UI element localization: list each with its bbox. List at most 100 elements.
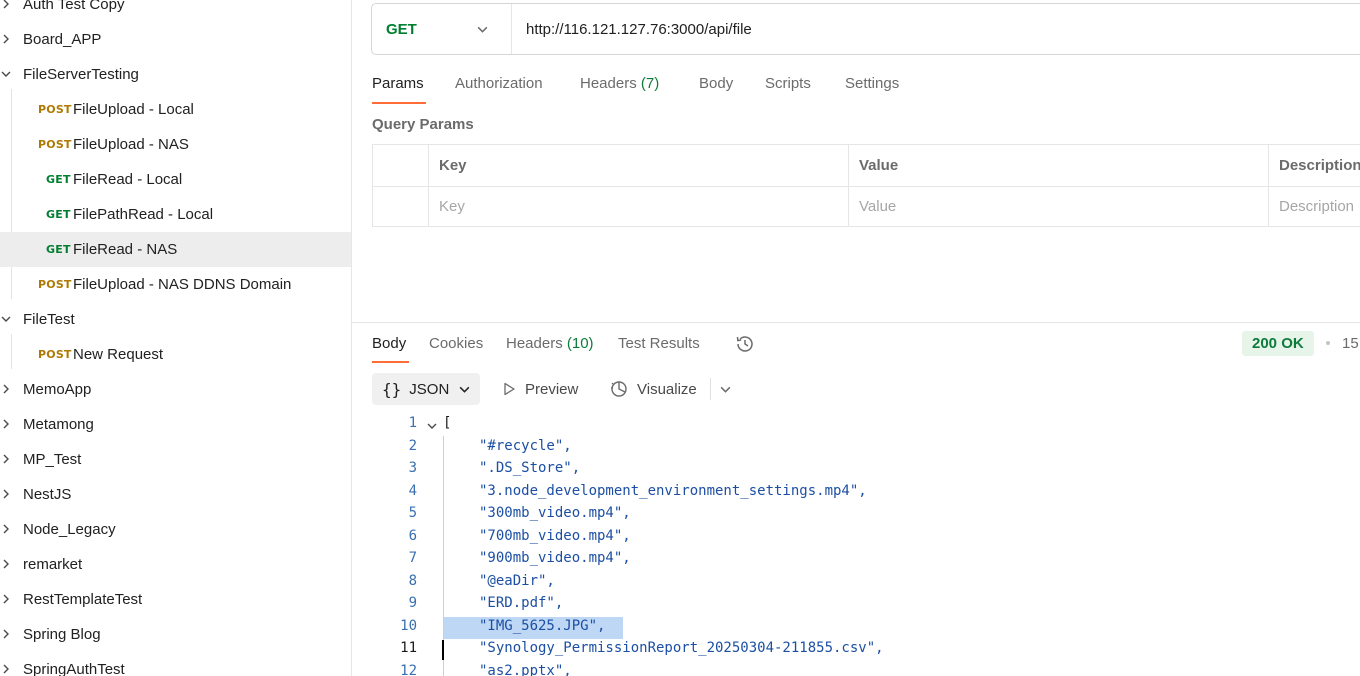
tab-body[interactable]: Body	[699, 75, 733, 92]
method-badge: GET	[46, 208, 71, 221]
sidebar-folder-label: remarket	[23, 556, 83, 573]
sidebar-request-label: FilePathRead - Local	[73, 206, 214, 223]
sidebar-folder[interactable]: FileServerTesting	[0, 57, 351, 92]
separator-dot	[1326, 341, 1330, 345]
url-bar: GET http://116.121.127.76:3000/api/file	[371, 3, 1360, 55]
chevron-right-icon[interactable]	[0, 418, 12, 430]
line-number: 10	[400, 617, 417, 634]
sidebar-request[interactable]: POST New Request	[0, 337, 351, 372]
sidebar-folder[interactable]: Metamong	[0, 407, 351, 442]
play-icon	[504, 382, 515, 396]
response-tab-headers[interactable]: Headers (10)	[506, 335, 594, 352]
status-badge: 200 OK	[1242, 331, 1314, 356]
code-line: "ERD.pdf",	[479, 595, 564, 611]
line-number: 6	[408, 527, 417, 544]
sidebar-request-label: FileRead - Local	[73, 171, 183, 188]
sidebar-folder-label: RestTemplateTest	[23, 591, 143, 608]
description-input[interactable]: Description	[1269, 186, 1360, 227]
chevron-right-icon[interactable]	[0, 488, 12, 500]
sidebar-folder-label: FileServerTesting	[23, 66, 139, 83]
column-header-key: Key	[439, 157, 467, 174]
sidebar-folder-label: Spring Blog	[23, 626, 101, 643]
response-tab-cookies[interactable]: Cookies	[429, 335, 483, 352]
tab-headers-label: Headers	[580, 75, 637, 92]
line-number: 7	[408, 550, 417, 566]
chevron-down-icon[interactable]	[0, 68, 12, 80]
tab-scripts[interactable]: Scripts	[765, 75, 811, 92]
code-line: "900mb_video.mp4",	[479, 550, 631, 566]
preview-button[interactable]: Preview	[501, 378, 578, 400]
line-number: 1	[408, 415, 417, 431]
chevron-right-icon[interactable]	[0, 628, 12, 640]
key-input[interactable]: Key	[429, 186, 847, 227]
method-badge: POST	[38, 103, 72, 116]
sidebar-folder-label: Board_APP	[23, 31, 102, 48]
url-input[interactable]: http://116.121.127.76:3000/api/file	[512, 21, 752, 38]
sidebar-folder[interactable]: Spring Blog	[0, 617, 351, 652]
sidebar-request[interactable]: GET FileRead - NAS	[0, 232, 351, 267]
visualize-button[interactable]: Visualize	[609, 378, 697, 400]
chevron-right-icon[interactable]	[0, 663, 12, 675]
line-number: 12	[400, 662, 417, 676]
code-line: "700mb_video.mp4",	[479, 527, 631, 544]
divider	[710, 378, 711, 400]
sidebar-folder[interactable]: remarket	[0, 547, 351, 582]
sidebar-folder-label: SpringAuthTest	[23, 661, 125, 676]
line-number: 4	[408, 482, 417, 499]
format-label: JSON	[409, 380, 450, 398]
code-line: "#recycle",	[479, 437, 572, 454]
method-badge: POST	[38, 348, 72, 361]
response-tab-test-results[interactable]: Test Results	[618, 335, 700, 352]
sidebar-folder[interactable]: SpringAuthTest	[0, 652, 351, 676]
sidebar-request[interactable]: GET FilePathRead - Local	[0, 197, 351, 232]
tab-params[interactable]: Params	[372, 75, 424, 92]
line-number: 3	[408, 460, 417, 476]
method-select[interactable]: GET	[372, 4, 512, 54]
sidebar-request-label: FileUpload - NAS DDNS Domain	[73, 276, 292, 293]
sidebar-folder[interactable]: Auth Test Copy	[0, 0, 351, 22]
sidebar-folder-label: NestJS	[23, 486, 72, 503]
response-time: 15	[1342, 335, 1359, 352]
format-select[interactable]: {} JSON	[372, 373, 480, 405]
sidebar-folder[interactable]: FileTest	[0, 302, 351, 337]
chevron-right-icon[interactable]	[0, 0, 12, 10]
chevron-right-icon[interactable]	[0, 453, 12, 465]
tab-authorization[interactable]: Authorization	[455, 75, 543, 92]
value-input[interactable]: Value	[849, 186, 1267, 227]
history-icon[interactable]	[734, 333, 756, 355]
sidebar-folder[interactable]: RestTemplateTest	[0, 582, 351, 617]
sidebar-request-label: FileUpload - NAS	[73, 136, 189, 153]
chevron-right-icon[interactable]	[0, 558, 12, 570]
code-line: "@eaDir",	[479, 572, 555, 589]
chevron-right-icon[interactable]	[0, 593, 12, 605]
sidebar-request-label: FileUpload - Local	[73, 101, 194, 118]
chevron-right-icon[interactable]	[0, 33, 12, 45]
sidebar-folder[interactable]: Board_APP	[0, 22, 351, 57]
chevron-right-icon[interactable]	[0, 383, 12, 395]
sidebar-request[interactable]: POST FileUpload - Local	[0, 92, 351, 127]
sidebar-folder[interactable]: NestJS	[0, 477, 351, 512]
sidebar-request[interactable]: POST FileUpload - NAS	[0, 127, 351, 162]
sidebar-folder-label: MP_Test	[23, 451, 82, 468]
line-number: 9	[408, 595, 417, 611]
sidebar-folder-label: Metamong	[23, 416, 94, 433]
braces-icon: {}	[382, 379, 402, 399]
code-line: "as2.pptx",	[479, 662, 572, 676]
line-number: 2	[408, 437, 417, 454]
chevron-down-icon[interactable]	[0, 313, 12, 325]
tab-headers[interactable]: Headers (7)	[580, 75, 659, 92]
sidebar-request[interactable]: POST FileUpload - NAS DDNS Domain	[0, 267, 351, 302]
chevron-down-icon[interactable]	[719, 383, 732, 396]
fold-chevron-icon[interactable]	[426, 420, 438, 432]
sidebar-request[interactable]: GET FileRead - Local	[0, 162, 351, 197]
response-body-editor[interactable]: 1 [2 "#recycle", 3 ".DS_Store", 4 "3.node_deve…	[372, 414, 1360, 676]
tab-settings[interactable]: Settings	[845, 75, 899, 92]
sidebar-folder-label: FileTest	[23, 311, 75, 328]
sidebar-folder[interactable]: Node_Legacy	[0, 512, 351, 547]
active-tab-indicator	[372, 361, 409, 363]
response-tab-body[interactable]: Body	[372, 335, 406, 352]
pane-splitter[interactable]	[352, 322, 1360, 323]
sidebar-folder[interactable]: MP_Test	[0, 442, 351, 477]
sidebar-folder[interactable]: MemoApp	[0, 372, 351, 407]
chevron-right-icon[interactable]	[0, 523, 12, 535]
